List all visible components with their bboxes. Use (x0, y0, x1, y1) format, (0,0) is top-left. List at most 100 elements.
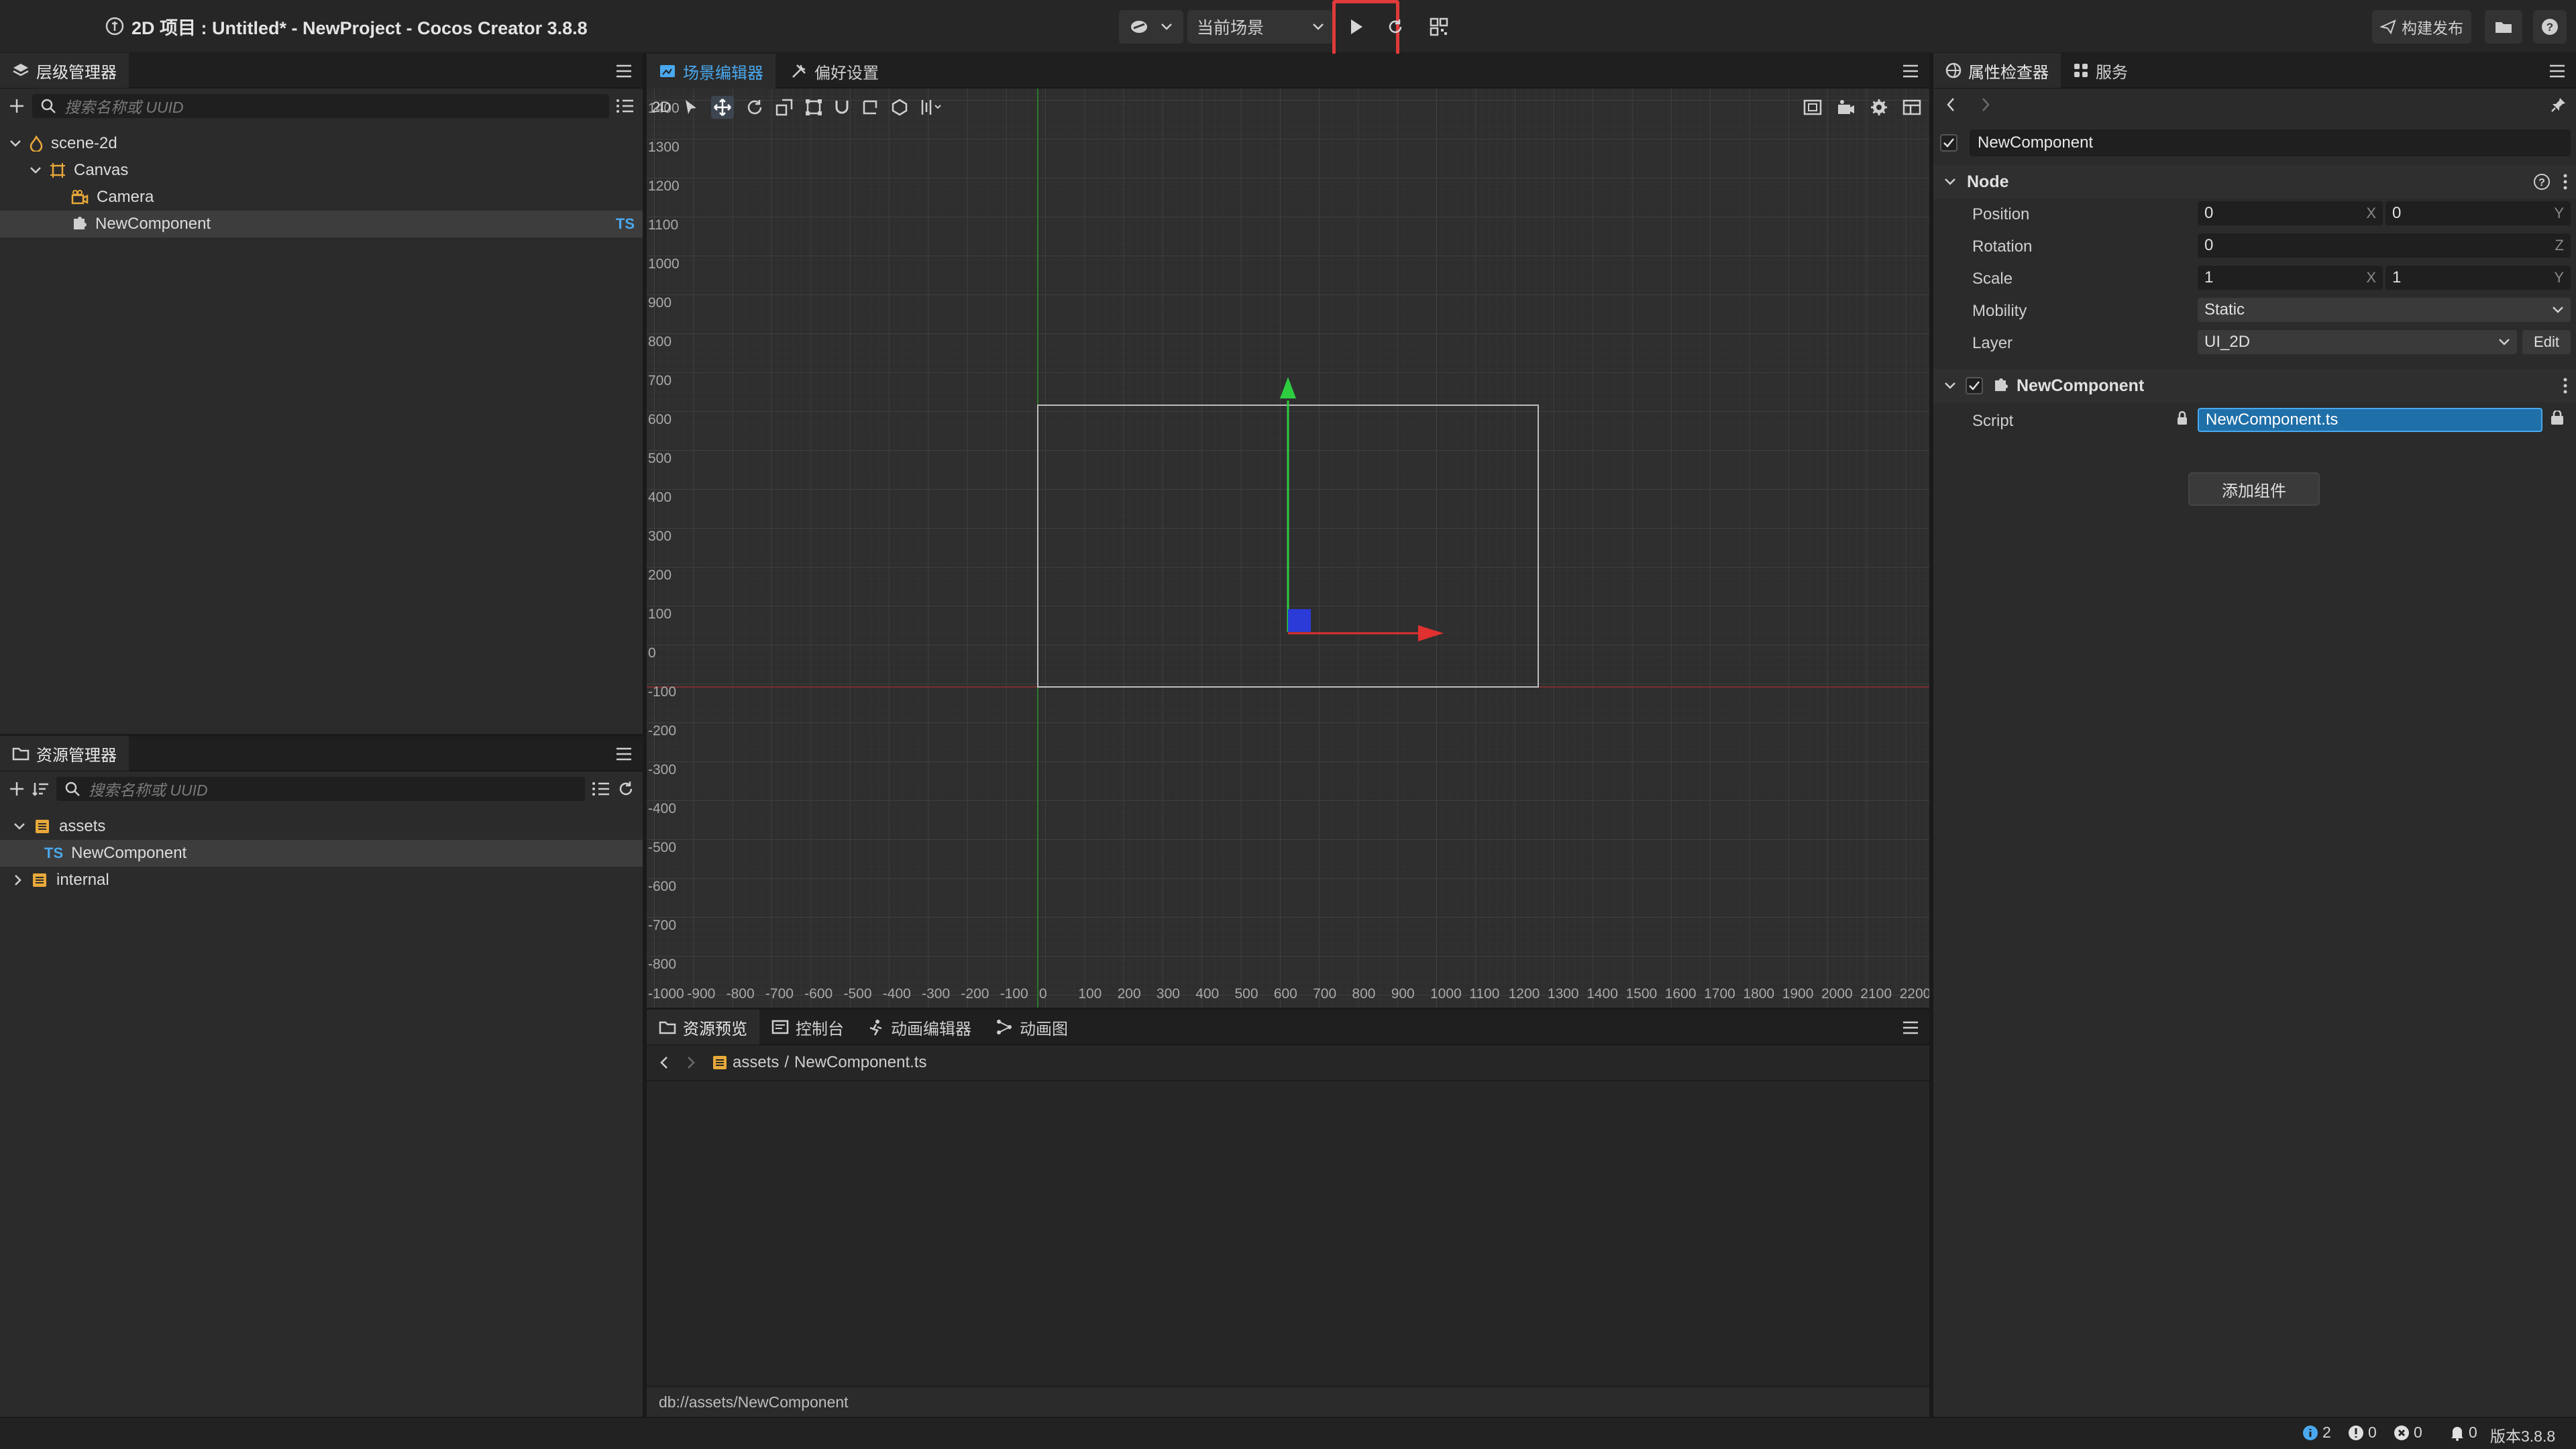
tab-asset-preview[interactable]: 资源预览 (647, 1010, 759, 1044)
scale-x-input[interactable]: 1X (2198, 266, 2383, 290)
script-asset-field[interactable]: NewComponent.ts (2198, 408, 2542, 432)
refresh-button[interactable] (1382, 10, 1409, 44)
asset-item-newcomponent[interactable]: TS NewComponent (0, 840, 643, 867)
layer-select[interactable]: UI_2D (2198, 330, 2517, 354)
node-section-header[interactable]: Node ? (1933, 165, 2576, 199)
add-icon[interactable] (8, 97, 25, 115)
tab-console[interactable]: 控制台 (759, 1010, 856, 1044)
y-ruler-tick: 500 (648, 451, 672, 466)
forward-arrow-icon[interactable] (686, 1055, 696, 1070)
info-count-badge[interactable]: 2 (2302, 1424, 2331, 1442)
hamburger-menu-icon[interactable] (2548, 62, 2567, 80)
asset-locate-icon[interactable] (2549, 411, 2565, 427)
bottom-panel-header: 资源预览 控制台 动画编辑器 动画图 (647, 1010, 1929, 1045)
rotate-tool-icon[interactable] (746, 99, 763, 116)
hamburger-menu-icon[interactable] (1901, 62, 1920, 80)
tree-item-newcomponent[interactable]: NewComponent TS (0, 211, 643, 237)
transform-space-icon[interactable] (861, 99, 879, 116)
tab-asset-preview-label: 资源预览 (683, 1020, 747, 1038)
scene-select-label: 当前场景 (1197, 19, 1265, 38)
hamburger-menu-icon[interactable] (1901, 1018, 1920, 1037)
refresh-icon[interactable] (617, 780, 635, 798)
error-count-badge[interactable]: 0 (2394, 1424, 2422, 1442)
tab-assets[interactable]: 资源管理器 (0, 736, 129, 771)
scene-viewport[interactable]: 1400 1300 1200 1100 1000 900 800 700 600 500 400 30… (647, 89, 1929, 1008)
layout-icon[interactable] (1902, 99, 1921, 115)
align-tool-icon[interactable] (920, 99, 943, 116)
tab-scene-editor[interactable]: 场景编辑器 (647, 54, 775, 89)
component-enabled-checkbox[interactable] (1966, 377, 1983, 394)
assets-search-input[interactable]: 搜索名称或 UUID (56, 777, 585, 801)
add-icon[interactable] (8, 780, 25, 798)
node-active-checkbox[interactable] (1940, 134, 1957, 152)
assets-header: 资源管理器 (0, 736, 643, 771)
pin-icon[interactable] (2551, 97, 2567, 113)
scene-select[interactable]: 当前场景 (1187, 10, 1334, 44)
ts-file-icon: TS (44, 845, 64, 861)
tree-item-camera[interactable]: Camera (0, 184, 643, 211)
sort-list-icon[interactable] (592, 781, 610, 797)
sort-list-icon[interactable] (616, 98, 635, 114)
mobility-select[interactable]: Static (2198, 298, 2571, 322)
layer-edit-button[interactable]: Edit (2522, 330, 2571, 354)
preview-platform-dropdown[interactable] (1119, 10, 1183, 44)
y-ruler-tick: -800 (648, 957, 677, 972)
tab-animation-editor[interactable]: 动画编辑器 (856, 1010, 983, 1044)
back-arrow-icon[interactable] (659, 1055, 669, 1070)
magnet-snap-icon[interactable] (835, 99, 849, 116)
node-name-input[interactable]: NewComponent (1970, 129, 2571, 156)
chevron-down-icon[interactable] (13, 822, 25, 831)
component-section-header[interactable]: NewComponent (1933, 369, 2576, 402)
console-icon (771, 1020, 789, 1034)
notification-badge[interactable]: 0 (2450, 1424, 2477, 1442)
hierarchy-search-input[interactable]: 搜索名称或 UUID (32, 94, 609, 118)
tab-animation-graph[interactable]: 动画图 (983, 1010, 1080, 1044)
tree-item-canvas[interactable]: Canvas (0, 157, 643, 184)
hamburger-menu-icon[interactable] (614, 745, 633, 763)
sort-icon[interactable] (32, 780, 50, 798)
add-component-button[interactable]: 添加组件 (2188, 472, 2320, 506)
select-tool-icon[interactable] (683, 99, 699, 116)
tab-hierarchy[interactable]: 层级管理器 (0, 53, 129, 88)
scale-y-input[interactable]: 1Y (2385, 266, 2571, 290)
warn-count-badge[interactable]: 0 (2348, 1424, 2377, 1442)
asset-folder-internal[interactable]: internal (0, 867, 643, 894)
pivot-icon[interactable] (891, 99, 908, 116)
tree-item-label: scene-2d (51, 134, 117, 152)
hamburger-menu-icon[interactable] (614, 62, 633, 80)
help-button[interactable]: ? (2533, 10, 2567, 44)
move-gizmo[interactable] (1271, 377, 1445, 645)
rect-tool-icon[interactable] (805, 99, 822, 116)
tab-inspector[interactable]: 属性检查器 (1933, 53, 2061, 88)
resolution-icon[interactable] (1803, 99, 1822, 115)
more-vertical-icon[interactable] (2563, 173, 2568, 191)
help-circle-icon[interactable]: ? (2533, 173, 2551, 191)
play-icon (1349, 18, 1364, 36)
position-x-input[interactable]: 0X (2198, 201, 2383, 225)
tab-services[interactable]: 服务 (2061, 53, 2140, 88)
chevron-down-icon[interactable] (9, 139, 21, 148)
move-tool-icon[interactable] (711, 96, 735, 119)
forward-arrow-icon[interactable] (1980, 97, 1991, 113)
chevron-down-icon[interactable] (30, 166, 42, 175)
scene-camera-icon[interactable] (1837, 99, 1856, 115)
breadcrumb-folder[interactable]: assets (733, 1053, 779, 1072)
chevron-right-icon[interactable] (13, 874, 23, 886)
open-folder-button[interactable] (2485, 10, 2522, 44)
rotation-z-input[interactable]: 0Z (2198, 233, 2571, 258)
tab-inspector-label: 属性检查器 (1968, 63, 2049, 82)
build-publish-button[interactable]: 构建发布 (2372, 10, 2471, 44)
tree-item-scene-2d[interactable]: scene-2d (0, 130, 643, 157)
scale-tool-icon[interactable] (775, 99, 793, 116)
asset-folder-assets[interactable]: assets (0, 813, 643, 840)
tab-preferences[interactable]: 偏好设置 (778, 54, 891, 89)
play-button[interactable] (1342, 10, 1371, 44)
breadcrumb-file[interactable]: NewComponent.ts (794, 1053, 926, 1072)
position-y-input[interactable]: 0Y (2385, 201, 2571, 225)
more-vertical-icon[interactable] (2563, 377, 2568, 394)
scene-view-options (1803, 94, 1921, 121)
mode-2d-button[interactable]: 2D (652, 99, 671, 116)
qrcode-button[interactable] (1422, 10, 1456, 44)
back-arrow-icon[interactable] (1945, 97, 1956, 113)
gear-icon[interactable] (1870, 99, 1888, 116)
